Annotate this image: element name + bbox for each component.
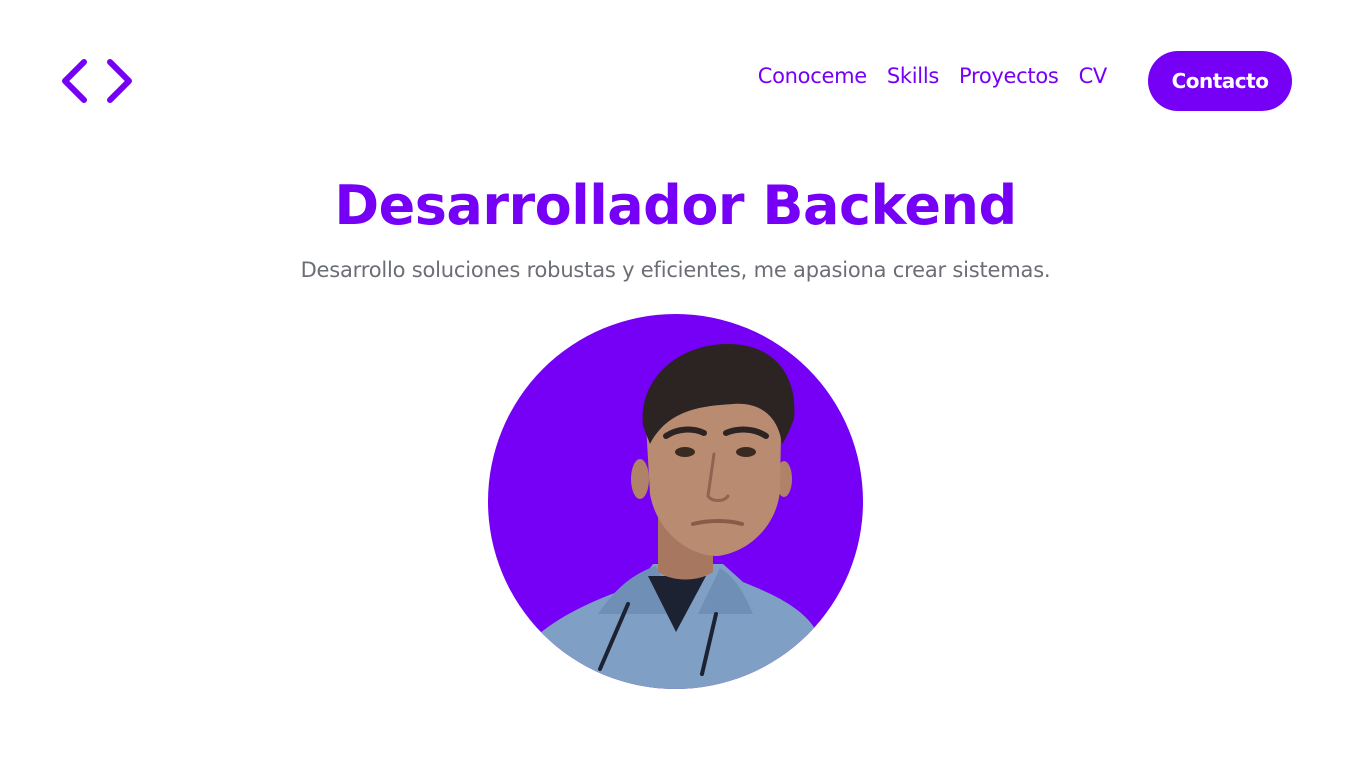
nav-link-conoceme[interactable]: Conoceme bbox=[758, 64, 867, 88]
hero-title: Desarrollador Backend bbox=[334, 174, 1017, 237]
profile-photo bbox=[488, 314, 863, 689]
hero-subtitle: Desarrollo soluciones robustas y eficien… bbox=[300, 258, 1051, 282]
nav-link-skills[interactable]: Skills bbox=[887, 64, 939, 88]
contact-button[interactable]: Contacto bbox=[1148, 51, 1292, 111]
code-brackets-icon[interactable] bbox=[60, 56, 134, 106]
main-nav: Conoceme Skills Proyectos CV bbox=[758, 64, 1108, 88]
nav-link-proyectos[interactable]: Proyectos bbox=[959, 64, 1059, 88]
page: Conoceme Skills Proyectos CV Contacto De… bbox=[0, 0, 1351, 767]
nav-link-cv[interactable]: CV bbox=[1079, 64, 1108, 88]
